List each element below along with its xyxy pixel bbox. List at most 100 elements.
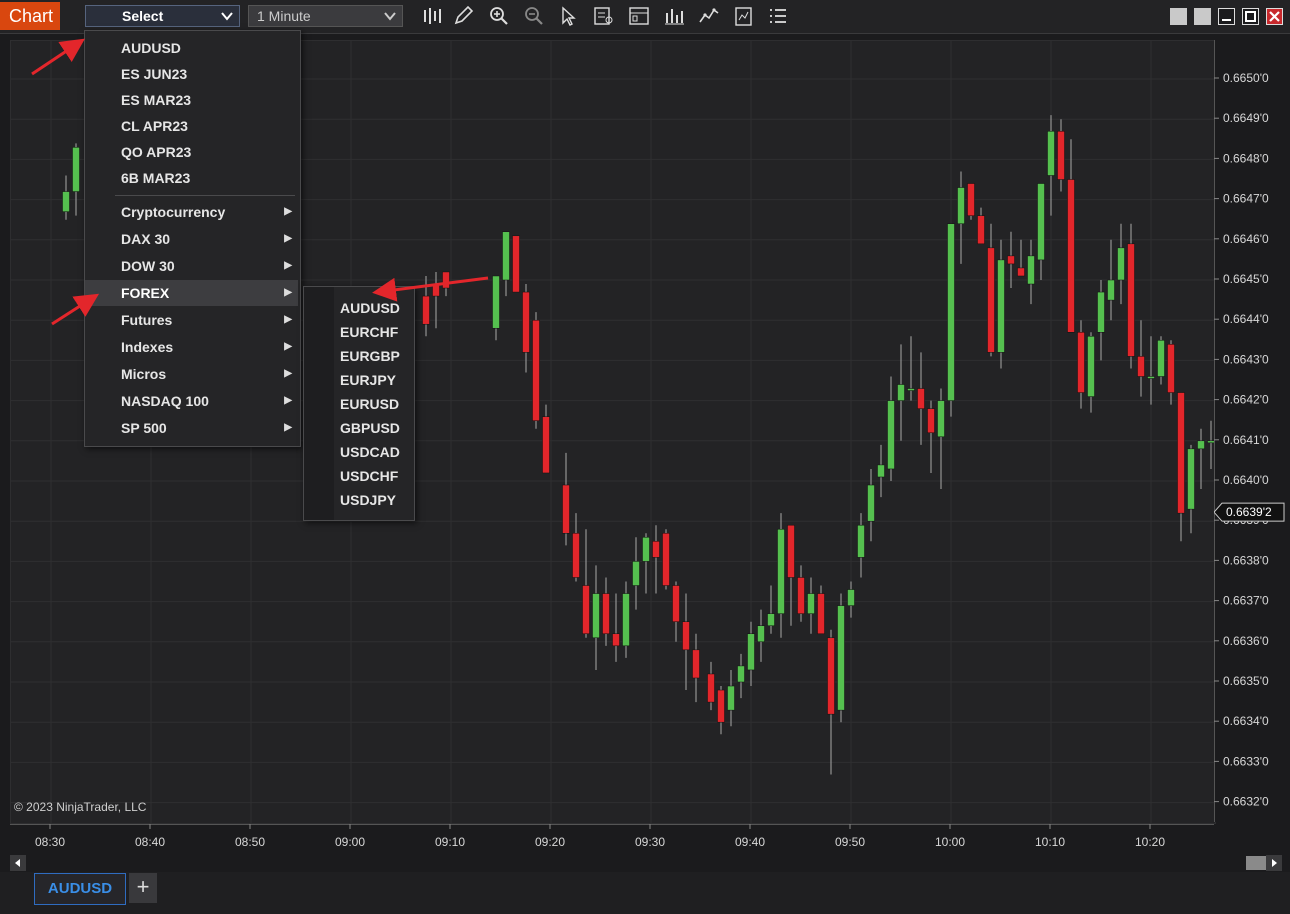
candle-up <box>592 593 600 639</box>
menu-item-label: FOREX <box>121 285 170 301</box>
candle-down <box>927 408 935 434</box>
candle-up <box>807 593 815 614</box>
horizontal-scrollbar[interactable] <box>10 855 1282 871</box>
submenu-arrow-icon: ▶ <box>284 368 292 379</box>
scroll-right-icon[interactable] <box>1266 855 1282 871</box>
menu-item-label: SP 500 <box>121 420 167 436</box>
window-dock-button[interactable] <box>1170 8 1187 25</box>
price-tick-label: 0.6637'0 <box>1223 594 1269 608</box>
forex-item[interactable]: EURGBP <box>304 344 412 368</box>
time-tick-label: 08:50 <box>235 835 265 849</box>
draw-pencil-icon[interactable] <box>452 5 476 27</box>
menu-item-list[interactable]: DOW 30 ▶ <box>85 253 298 279</box>
candle-down <box>682 621 690 651</box>
chart-properties-icon[interactable] <box>627 5 651 27</box>
bars-type-icon[interactable] <box>420 5 444 27</box>
candle-up <box>1097 291 1105 333</box>
strategies-icon[interactable] <box>697 5 721 27</box>
forex-item[interactable]: AUDUSD <box>304 296 412 320</box>
candle-up <box>1117 247 1125 281</box>
candle-down <box>532 319 540 421</box>
indicators-icon[interactable] <box>662 5 686 27</box>
candle-down <box>1017 267 1025 277</box>
candle-up <box>747 633 755 671</box>
templates-icon[interactable] <box>732 5 756 27</box>
menu-item-list[interactable]: Micros ▶ <box>85 361 298 387</box>
window-link-button[interactable] <box>1194 8 1211 25</box>
candle-down <box>1007 255 1015 265</box>
price-tick-label: 0.6641'0 <box>1223 433 1269 447</box>
forex-item[interactable]: USDCAD <box>304 440 412 464</box>
forex-item[interactable]: GBPUSD <box>304 416 412 440</box>
price-tick-label: 0.6650'0 <box>1223 71 1269 85</box>
candle-down <box>797 577 805 614</box>
candle-down <box>522 291 530 353</box>
candle-down <box>662 533 670 586</box>
window-minimize-button[interactable] <box>1218 8 1235 25</box>
menu-item-list[interactable]: SP 500 ▶ <box>85 415 298 441</box>
maximize-icon <box>1245 11 1256 22</box>
price-tick-label: 0.6633'0 <box>1223 754 1269 768</box>
menu-item-list[interactable]: Indexes ▶ <box>85 334 298 360</box>
candle-down <box>442 271 450 289</box>
menu-item-forex[interactable]: FOREX ▶ <box>85 280 298 306</box>
menu-item-list[interactable]: DAX 30 ▶ <box>85 226 298 252</box>
submenu-arrow-icon: ▶ <box>284 314 292 325</box>
candle-up <box>947 223 955 401</box>
menu-item-recent[interactable]: 6B MAR23 <box>85 165 298 191</box>
add-tab-button[interactable]: + <box>129 873 157 903</box>
menu-item-recent[interactable]: CL APR23 <box>85 113 298 139</box>
menu-item-recent[interactable]: AUDUSD <box>85 35 298 61</box>
pointer-icon[interactable] <box>556 5 580 27</box>
menu-item-list[interactable]: Cryptocurrency ▶ <box>85 199 298 225</box>
interval-select[interactable]: 1 Minute <box>248 5 403 27</box>
candle-up <box>737 665 745 683</box>
zoom-out-icon[interactable] <box>522 5 546 27</box>
tab-audusd[interactable]: AUDUSD <box>34 873 126 905</box>
candle-down <box>572 533 580 578</box>
menu-item-recent[interactable]: ES MAR23 <box>85 87 298 113</box>
menu-item-list[interactable]: NASDAQ 100 ▶ <box>85 388 298 414</box>
candle-down <box>987 247 995 353</box>
time-axis[interactable]: 08:30 08:40 08:50 09:00 09:10 09:20 09:30 09:40… <box>10 824 1214 854</box>
candle-up <box>642 537 650 562</box>
forex-item[interactable]: EURJPY <box>304 368 412 392</box>
window-maximize-button[interactable] <box>1242 8 1259 25</box>
price-tick-label: 0.6648'0 <box>1223 151 1269 165</box>
menu-item-label: Cryptocurrency <box>121 204 226 220</box>
candle-up <box>1197 440 1205 450</box>
price-axis[interactable]: 0.6650'0 0.6649'0 0.6648'0 0.6647'0 0.6646'0… <box>1213 40 1290 822</box>
list-icon[interactable] <box>766 5 790 27</box>
price-tick-label: 0.6642'0 <box>1223 393 1269 407</box>
candle-up <box>1157 340 1165 377</box>
data-box-icon[interactable] <box>592 5 616 27</box>
candle-up <box>632 561 640 586</box>
candle-up <box>1027 255 1035 285</box>
candle-down <box>977 215 985 245</box>
candle-up <box>937 400 945 438</box>
scroll-left-icon[interactable] <box>10 855 26 871</box>
menu-item-recent[interactable]: QO APR23 <box>85 139 298 165</box>
window-close-button[interactable] <box>1266 8 1283 25</box>
chevron-down-icon <box>384 12 396 21</box>
menu-item-label: DOW 30 <box>121 258 175 274</box>
scroll-thumb[interactable] <box>1246 856 1266 870</box>
time-tick-label: 09:00 <box>335 835 365 849</box>
candle-down <box>967 183 975 216</box>
menu-item-recent[interactable]: ES JUN23 <box>85 61 298 87</box>
menu-item-list[interactable]: Futures ▶ <box>85 307 298 333</box>
close-icon <box>1269 11 1280 22</box>
chevron-down-icon <box>221 12 233 21</box>
scroll-track[interactable] <box>26 855 1266 871</box>
submenu-arrow-icon: ▶ <box>284 260 292 271</box>
candle-up <box>62 191 70 212</box>
menu-item-label: Micros <box>121 366 167 382</box>
forex-item[interactable]: USDJPY <box>304 488 412 512</box>
zoom-in-icon[interactable] <box>487 5 511 27</box>
forex-item[interactable]: EURCHF <box>304 320 412 344</box>
menu-item-label: NASDAQ 100 <box>121 393 209 409</box>
forex-item[interactable]: EURUSD <box>304 392 412 416</box>
price-tick-label: 0.6644'0 <box>1223 312 1269 326</box>
forex-item[interactable]: USDCHF <box>304 464 412 488</box>
instrument-select[interactable]: Select <box>85 5 240 27</box>
